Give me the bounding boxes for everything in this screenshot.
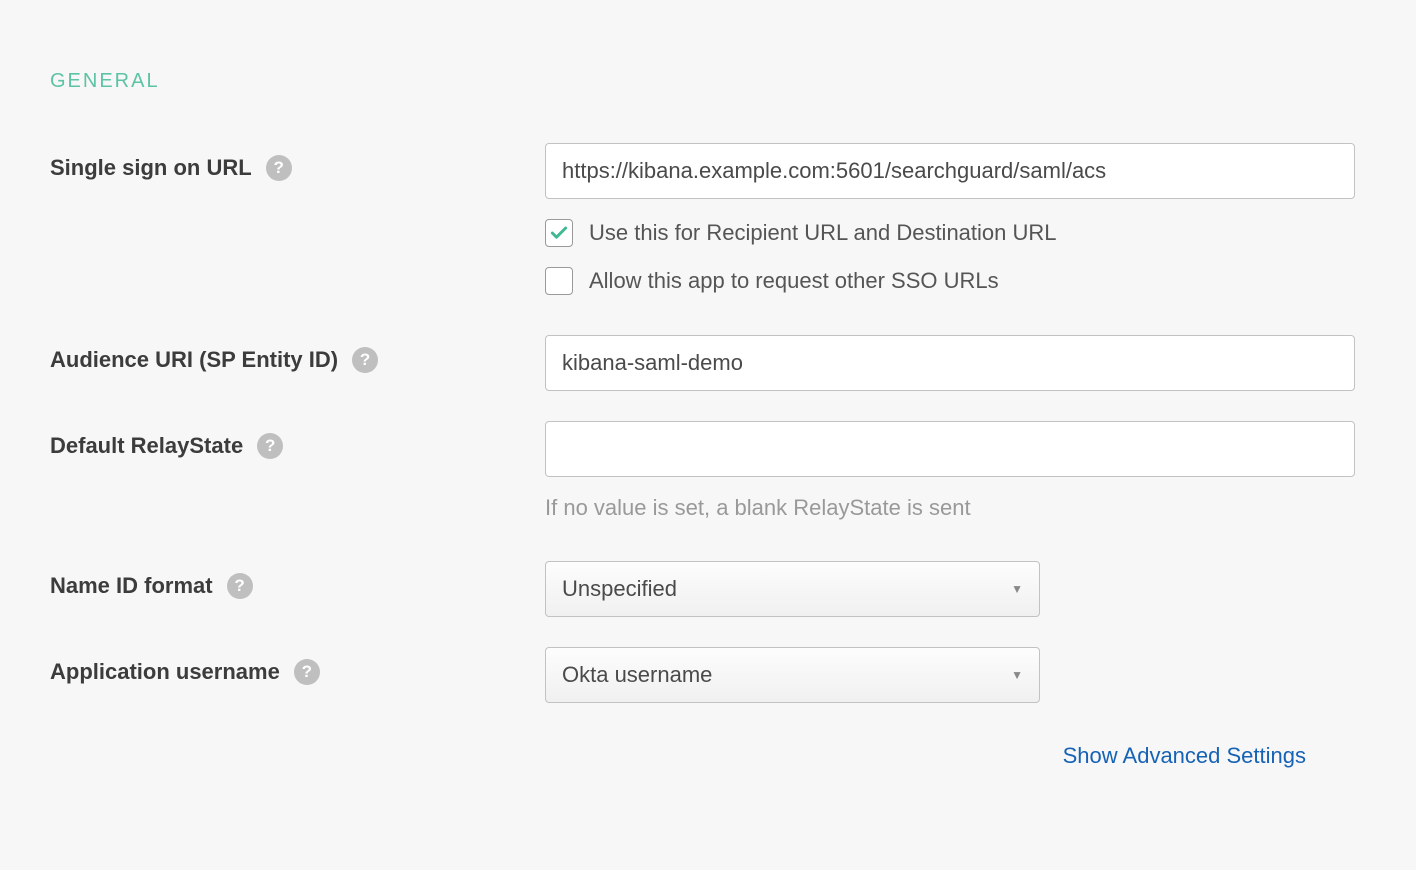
help-icon[interactable]: ? [266,155,292,181]
relay-state-hint: If no value is set, a blank RelayState i… [545,495,1355,521]
name-id-format-value: Unspecified [562,576,677,602]
help-icon[interactable]: ? [257,433,283,459]
allow-other-sso-checkbox-label: Allow this app to request other SSO URLs [589,268,999,294]
sso-url-label: Single sign on URL [50,155,252,181]
help-icon[interactable]: ? [294,659,320,685]
name-id-format-label: Name ID format [50,573,213,599]
chevron-down-icon: ▼ [1011,582,1023,596]
show-advanced-settings-link[interactable]: Show Advanced Settings [1063,743,1306,768]
recipient-url-checkbox-label: Use this for Recipient URL and Destinati… [589,220,1057,246]
sso-url-input[interactable] [545,143,1355,199]
app-username-row: Application username ? Okta username ▼ [50,647,1366,703]
name-id-format-select[interactable]: Unspecified ▼ [545,561,1040,617]
audience-uri-input[interactable] [545,335,1355,391]
chevron-down-icon: ▼ [1011,668,1023,682]
app-username-label: Application username [50,659,280,685]
name-id-format-row: Name ID format ? Unspecified ▼ [50,561,1366,617]
app-username-select[interactable]: Okta username ▼ [545,647,1040,703]
relay-state-label: Default RelayState [50,433,243,459]
relay-state-input[interactable] [545,421,1355,477]
recipient-url-checkbox[interactable] [545,219,573,247]
relay-state-row: Default RelayState ? If no value is set,… [50,421,1366,521]
section-title: GENERAL [50,70,1366,93]
sso-url-row: Single sign on URL ? Use this for Recipi… [50,143,1366,295]
audience-uri-row: Audience URI (SP Entity ID) ? [50,335,1366,391]
app-username-value: Okta username [562,662,712,688]
help-icon[interactable]: ? [352,347,378,373]
audience-uri-label: Audience URI (SP Entity ID) [50,347,338,373]
help-icon[interactable]: ? [227,573,253,599]
allow-other-sso-checkbox[interactable] [545,267,573,295]
